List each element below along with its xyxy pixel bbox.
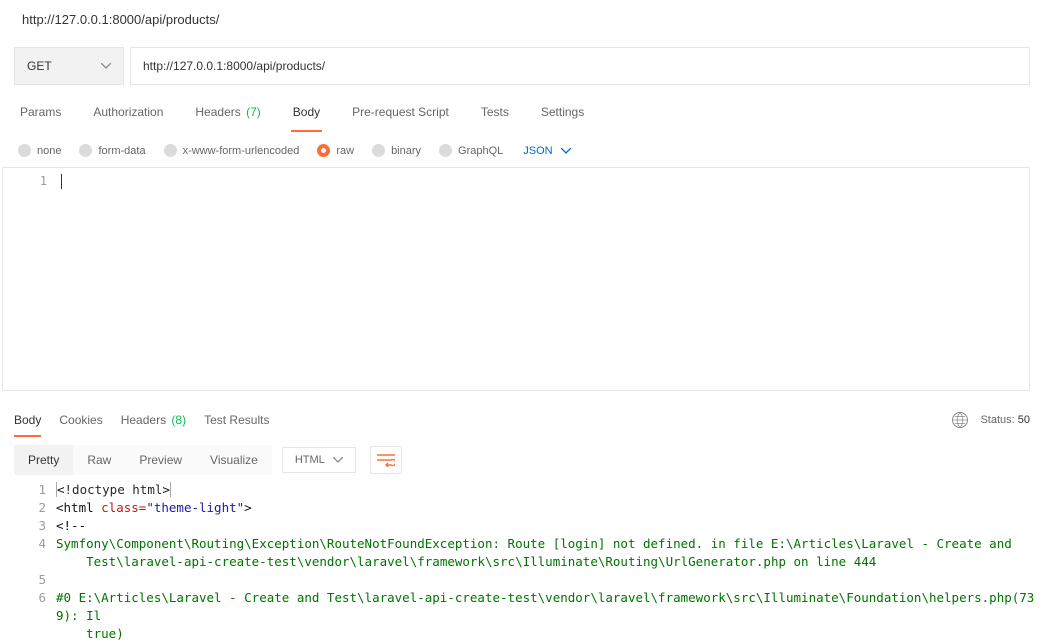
body-type-row: none form-data x-www-form-urlencoded raw…	[0, 134, 1044, 167]
view-controls: Pretty Raw Preview Visualize HTML	[0, 439, 1044, 481]
radio-urlencoded[interactable]: x-www-form-urlencoded	[164, 144, 300, 157]
response-format-dropdown[interactable]: HTML	[282, 447, 356, 473]
status-label: Status:	[980, 414, 1014, 426]
resp-tab-test-results[interactable]: Test Results	[204, 403, 269, 437]
resp-tab-body[interactable]: Body	[14, 403, 41, 437]
chevron-down-icon	[561, 148, 571, 154]
resp-tab-headers[interactable]: Headers (8)	[121, 403, 186, 437]
resp-headers-count: (8)	[171, 413, 186, 427]
view-segment: Pretty Raw Preview Visualize	[14, 445, 272, 475]
method-dropdown[interactable]: GET	[14, 47, 124, 85]
response-bar: Body Cookies Headers (8) Test Results St…	[0, 399, 1044, 439]
request-line: GET	[0, 39, 1044, 93]
radio-none[interactable]: none	[18, 144, 61, 157]
editor-content[interactable]	[57, 168, 1029, 390]
view-raw[interactable]: Raw	[73, 445, 125, 475]
chevron-down-icon	[333, 457, 343, 463]
request-tabs: Params Authorization Headers (7) Body Pr…	[0, 93, 1044, 132]
tab-authorization[interactable]: Authorization	[91, 93, 165, 131]
url-input[interactable]	[130, 47, 1030, 85]
radio-binary[interactable]: binary	[372, 144, 421, 157]
status-value: 50	[1018, 414, 1030, 426]
view-preview[interactable]: Preview	[125, 445, 196, 475]
wrap-lines-button[interactable]	[370, 446, 402, 474]
headers-count: (7)	[246, 105, 261, 119]
response-body-editor[interactable]: 1<!doctype html> 2<html class="theme-lig…	[2, 481, 1044, 643]
tab-tests[interactable]: Tests	[479, 93, 511, 131]
view-pretty[interactable]: Pretty	[14, 445, 73, 475]
wrap-icon	[377, 453, 395, 467]
radio-form-data[interactable]: form-data	[79, 144, 145, 157]
tab-pre-request[interactable]: Pre-request Script	[350, 93, 451, 131]
request-title: http://127.0.0.1:8000/api/products/	[0, 0, 1044, 39]
response-tabs: Body Cookies Headers (8) Test Results	[14, 403, 269, 437]
globe-icon[interactable]	[952, 412, 968, 428]
view-visualize[interactable]: Visualize	[196, 445, 272, 475]
resp-tab-cookies[interactable]: Cookies	[59, 403, 102, 437]
tab-params[interactable]: Params	[18, 93, 63, 131]
tab-headers[interactable]: Headers (7)	[193, 93, 262, 131]
tab-body[interactable]: Body	[291, 93, 322, 131]
radio-raw[interactable]: raw	[317, 144, 354, 157]
request-body-editor[interactable]: 1	[2, 167, 1030, 391]
radio-graphql[interactable]: GraphQL	[439, 144, 503, 157]
response-status: Status: 50	[952, 412, 1030, 428]
tab-settings[interactable]: Settings	[539, 93, 586, 131]
editor-gutter: 1	[3, 168, 57, 390]
chevron-down-icon	[101, 63, 111, 69]
body-lang-select[interactable]: JSON	[523, 145, 570, 157]
method-label: GET	[27, 59, 52, 73]
